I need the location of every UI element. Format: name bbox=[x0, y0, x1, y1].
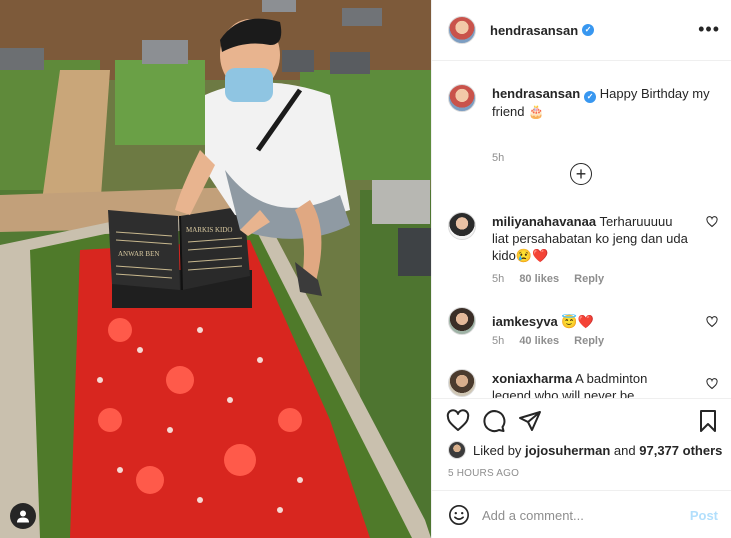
smiley-icon[interactable] bbox=[448, 504, 470, 526]
comment-time[interactable]: 5h bbox=[492, 273, 504, 285]
plus-circle-icon: + bbox=[575, 164, 587, 184]
post-comment-button[interactable]: Post bbox=[690, 508, 718, 523]
more-options-icon[interactable]: ••• bbox=[698, 20, 720, 38]
post-actions-bar bbox=[432, 398, 731, 438]
tomb-name-left: ANWAR BEN bbox=[118, 250, 159, 258]
user-tag-button[interactable] bbox=[10, 503, 36, 529]
comment-like-heart-icon[interactable] bbox=[706, 216, 718, 228]
user-icon bbox=[17, 510, 29, 523]
author-username[interactable]: hendrasansan bbox=[490, 23, 578, 38]
comment-like-heart-icon[interactable] bbox=[706, 316, 718, 328]
comment-item: miliyanahavanaa Terharuuuuu liat persaha… bbox=[448, 212, 718, 285]
comment-item: iamkesyva 😇❤️ 5h 40 likes Reply bbox=[448, 307, 718, 367]
commenter-avatar[interactable] bbox=[448, 307, 476, 335]
comment-meta: 5h 40 likes Reply bbox=[492, 335, 616, 347]
post-side-panel: hendrasansan ✓ ••• hendrasansan ✓ Happy B… bbox=[431, 0, 731, 538]
commenter-avatar[interactable] bbox=[448, 212, 476, 240]
comment-text-block: xoniaxharma A badminton legend who will … bbox=[492, 370, 688, 398]
post-photo[interactable]: ANWAR BEN MARKIS KIDO bbox=[0, 0, 431, 538]
liked-by-and: and bbox=[613, 442, 636, 458]
caption-time[interactable]: 5h bbox=[492, 152, 504, 164]
liked-by-prefix: Liked by bbox=[473, 442, 522, 458]
likes-count[interactable]: 97,377 others bbox=[639, 443, 722, 458]
comment-text-block: iamkesyva 😇❤️ bbox=[492, 313, 688, 330]
comment-username[interactable]: xoniaxharma bbox=[492, 371, 572, 386]
liker-avatar[interactable] bbox=[448, 441, 466, 459]
comment-likes[interactable]: 80 likes bbox=[519, 273, 559, 285]
commenter-avatar[interactable] bbox=[448, 369, 476, 397]
author-avatar[interactable] bbox=[448, 16, 476, 44]
comment-text: 😇❤️ bbox=[561, 314, 594, 329]
caption-avatar[interactable] bbox=[448, 84, 476, 112]
reply-button[interactable]: Reply bbox=[574, 335, 604, 347]
comments-list[interactable]: hendrasansan ✓ Happy Birthday my friend 🎂… bbox=[432, 62, 731, 398]
comment-meta: 5h 80 likes Reply bbox=[492, 273, 616, 285]
comment-item: xoniaxharma A badminton legend who will … bbox=[448, 369, 718, 398]
bookmark-icon[interactable] bbox=[696, 409, 720, 433]
load-more-comments-button[interactable]: + bbox=[570, 163, 592, 185]
verified-badge-icon: ✓ bbox=[584, 91, 597, 103]
grave-photo-illustration: ANWAR BEN MARKIS KIDO bbox=[0, 0, 431, 538]
comment-time[interactable]: 5h bbox=[492, 335, 504, 347]
heart-icon[interactable] bbox=[446, 409, 470, 433]
reply-button[interactable]: Reply bbox=[574, 273, 604, 285]
comment-text-block: miliyanahavanaa Terharuuuuu liat persaha… bbox=[492, 213, 688, 264]
caption-text-block: hendrasansan ✓ Happy Birthday my friend 🎂 bbox=[492, 85, 718, 120]
comment-icon[interactable] bbox=[482, 409, 506, 433]
comment-likes[interactable]: 40 likes bbox=[519, 335, 559, 347]
tomb-name-right: MARKIS KIDO bbox=[186, 226, 232, 234]
verified-badge-icon: ✓ bbox=[582, 24, 595, 36]
caption-username[interactable]: hendrasansan bbox=[492, 86, 580, 101]
liked-by-user[interactable]: jojosuherman bbox=[525, 443, 610, 458]
comment-like-heart-icon[interactable] bbox=[706, 378, 718, 390]
liked-by-summary: Liked by jojosuherman and 97,377 others bbox=[448, 440, 722, 460]
add-comment-bar: Post bbox=[432, 490, 731, 538]
comment-username[interactable]: miliyanahavanaa bbox=[492, 214, 596, 229]
post-timestamp[interactable]: 5 HOURS AGO bbox=[448, 468, 519, 479]
comment-username[interactable]: iamkesyva bbox=[492, 314, 558, 329]
comment-input[interactable] bbox=[482, 503, 682, 527]
post-header: hendrasansan ✓ ••• bbox=[432, 0, 731, 61]
paper-plane-icon[interactable] bbox=[518, 409, 542, 433]
